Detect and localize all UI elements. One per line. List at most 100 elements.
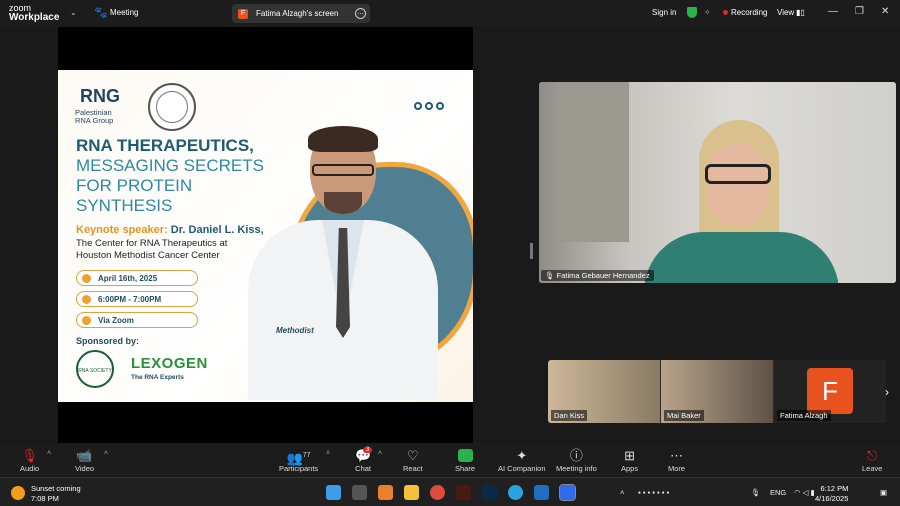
video-button[interactable]: 📹 Video (75, 447, 94, 473)
outlook-icon[interactable] (534, 485, 549, 500)
apps-button[interactable]: ⊞ Apps (621, 447, 638, 473)
security-shield-icon[interactable] (687, 7, 697, 18)
chat-label: Chat (355, 464, 372, 473)
sparkle-icon[interactable]: ✧ (704, 8, 711, 17)
weather-sun-icon[interactable] (11, 486, 25, 500)
recording-dot-icon (723, 10, 728, 15)
more-icon: ⋯ (670, 448, 684, 463)
title-line4: SYNTHESIS (76, 196, 173, 215)
participant-name: Dan Kiss (551, 410, 588, 421)
lexogen-tagline: The RNA Experts (131, 374, 184, 381)
participants-caret-icon[interactable]: ˄ (326, 450, 330, 457)
coat-logo-text: Methodist (276, 326, 314, 335)
photoshop-icon[interactable] (482, 485, 497, 500)
participant-tile[interactable]: F Fatima Alzagh (774, 360, 886, 423)
ai-label: AI Companion (498, 464, 546, 473)
calendar-icon (82, 273, 91, 283)
info-icon: ⓘ (569, 448, 583, 463)
speaker-name: Fatima Gebauer Hernandez (556, 271, 650, 280)
shared-screen-pill[interactable]: F Fatima Alzagh's screen … (232, 4, 370, 23)
university-seal (148, 83, 196, 131)
network-icon[interactable]: ◠ ◁ ▮ (794, 488, 815, 497)
shared-screen-label: Fatima Alzagh's screen (256, 9, 339, 18)
share-button[interactable]: Share (455, 447, 475, 473)
title-line3: FOR PROTEIN (76, 176, 193, 195)
telegram-icon[interactable] (508, 485, 523, 500)
rng-logo-subtitle: Palestinian RNA Group (75, 109, 113, 125)
react-button[interactable]: ♡ React (403, 447, 423, 473)
leave-button[interactable]: ⎋ Leave (862, 447, 882, 473)
ai-companion-button[interactable]: ✦ AI Companion (498, 447, 546, 473)
view-button[interactable]: View (777, 8, 794, 17)
apps-icon: ⊞ (624, 448, 635, 463)
more-button[interactable]: ⋯ More (668, 447, 685, 473)
chat-button[interactable]: 💬 3 Chat (355, 447, 373, 473)
minimize-icon[interactable]: — (828, 6, 838, 17)
react-label: React (403, 464, 423, 473)
venue-pill: Via Zoom (76, 312, 198, 328)
keynote-label: Keynote speaker: (76, 224, 168, 236)
leave-icon: ⎋ (867, 448, 878, 463)
tray-app-icons[interactable]: ▪ ▪ ▪ ▪ ▪ ▪ ▪ (638, 488, 669, 497)
sign-in-link[interactable]: Sign in (652, 8, 676, 17)
title-line2: MESSAGING SECRETS (76, 156, 264, 175)
participant-tile[interactable]: Mai Baker (661, 360, 773, 423)
chevron-down-icon[interactable]: ⌄ (70, 8, 77, 17)
title-line1: RNA THERAPEUTICS, (76, 136, 254, 155)
recording-label[interactable]: Recording (731, 8, 767, 17)
weather-widget[interactable]: Sunset coming 7:08 PM (31, 484, 81, 504)
participants-icon: 👥77 (286, 450, 311, 466)
share-screen-icon (455, 447, 475, 464)
time-text: 6:00PM - 7:00PM (98, 294, 162, 304)
heart-icon: ♡ (406, 448, 419, 463)
zoom-taskbar-icon[interactable] (559, 484, 576, 501)
speaker-name-label: 🎙 Fatima Gebauer Hernandez (541, 270, 654, 281)
notification-icon[interactable]: ▣ (880, 488, 887, 497)
task-view-icon[interactable] (352, 485, 367, 500)
chrome-icon[interactable] (430, 485, 445, 500)
participant-tile[interactable]: Dan Kiss (548, 360, 660, 423)
meeting-toolbar: 🎙 Audio ˄ 📹 Video ˄ 👥77 Participants ˄ 💬 3 Ch… (0, 443, 900, 477)
meeting-label: Meeting (110, 8, 139, 17)
restore-icon[interactable]: ❐ (855, 6, 864, 17)
close-icon[interactable]: ✕ (881, 6, 889, 17)
avatar: F (807, 368, 853, 414)
decorative-dots (414, 97, 447, 115)
clock-icon (82, 294, 91, 304)
participant-name: Fatima Alzagh (777, 410, 831, 421)
active-speaker-video[interactable]: 🎙 Fatima Gebauer Hernandez (539, 82, 896, 283)
apps-label: Apps (621, 464, 639, 473)
audio-button[interactable]: 🎙 Audio (20, 447, 39, 473)
logo-line2: Workplace (9, 12, 60, 23)
view-layout-icon[interactable]: ▮▯ (796, 8, 805, 17)
next-page-arrow-icon[interactable]: › (885, 385, 889, 399)
participants-button[interactable]: 👥77 Participants (279, 447, 318, 473)
camera-off-icon: 📹 (76, 448, 93, 463)
audio-caret-icon[interactable]: ˄ (47, 450, 51, 457)
more-options-icon[interactable]: … (355, 8, 366, 19)
slide-title: RNA THERAPEUTICS, MESSAGING SECRETS FOR … (76, 136, 276, 216)
xampp-icon[interactable] (378, 485, 393, 500)
lexogen-logo: LEXOGEN (131, 355, 208, 372)
audio-label: Audio (20, 464, 40, 473)
file-explorer-icon[interactable] (404, 485, 419, 500)
chat-caret-icon[interactable]: ˄ (378, 450, 382, 457)
participant-strip: Dan Kiss Mai Baker F Fatima Alzagh (548, 360, 886, 423)
clock-time: 6:12 PM (820, 484, 849, 493)
video-caret-icon[interactable]: ˄ (104, 450, 108, 457)
shared-slide: RNG Palestinian RNA Group RNA THERAPEUTI… (58, 70, 473, 402)
paw-icon: 🐾 (94, 7, 108, 19)
tray-chevron-icon[interactable]: ˄ (620, 488, 624, 497)
video-icon (82, 315, 91, 325)
panel-resize-handle[interactable] (530, 243, 533, 259)
speaker-photo: Methodist (248, 126, 438, 400)
date-text: April 16th, 2025 (98, 273, 158, 283)
system-clock[interactable]: 6:12 PM 4/16/2025 (815, 484, 848, 504)
mic-tray-icon[interactable]: 🎙 (751, 488, 761, 497)
illustrator-icon[interactable] (456, 485, 471, 500)
meeting-info-button[interactable]: ⓘ Meeting info (556, 447, 597, 473)
participant-name: Mai Baker (664, 410, 704, 421)
language-indicator[interactable]: ENG (770, 488, 786, 497)
weather-line1: Sunset coming (31, 484, 81, 493)
start-icon[interactable] (326, 485, 341, 500)
